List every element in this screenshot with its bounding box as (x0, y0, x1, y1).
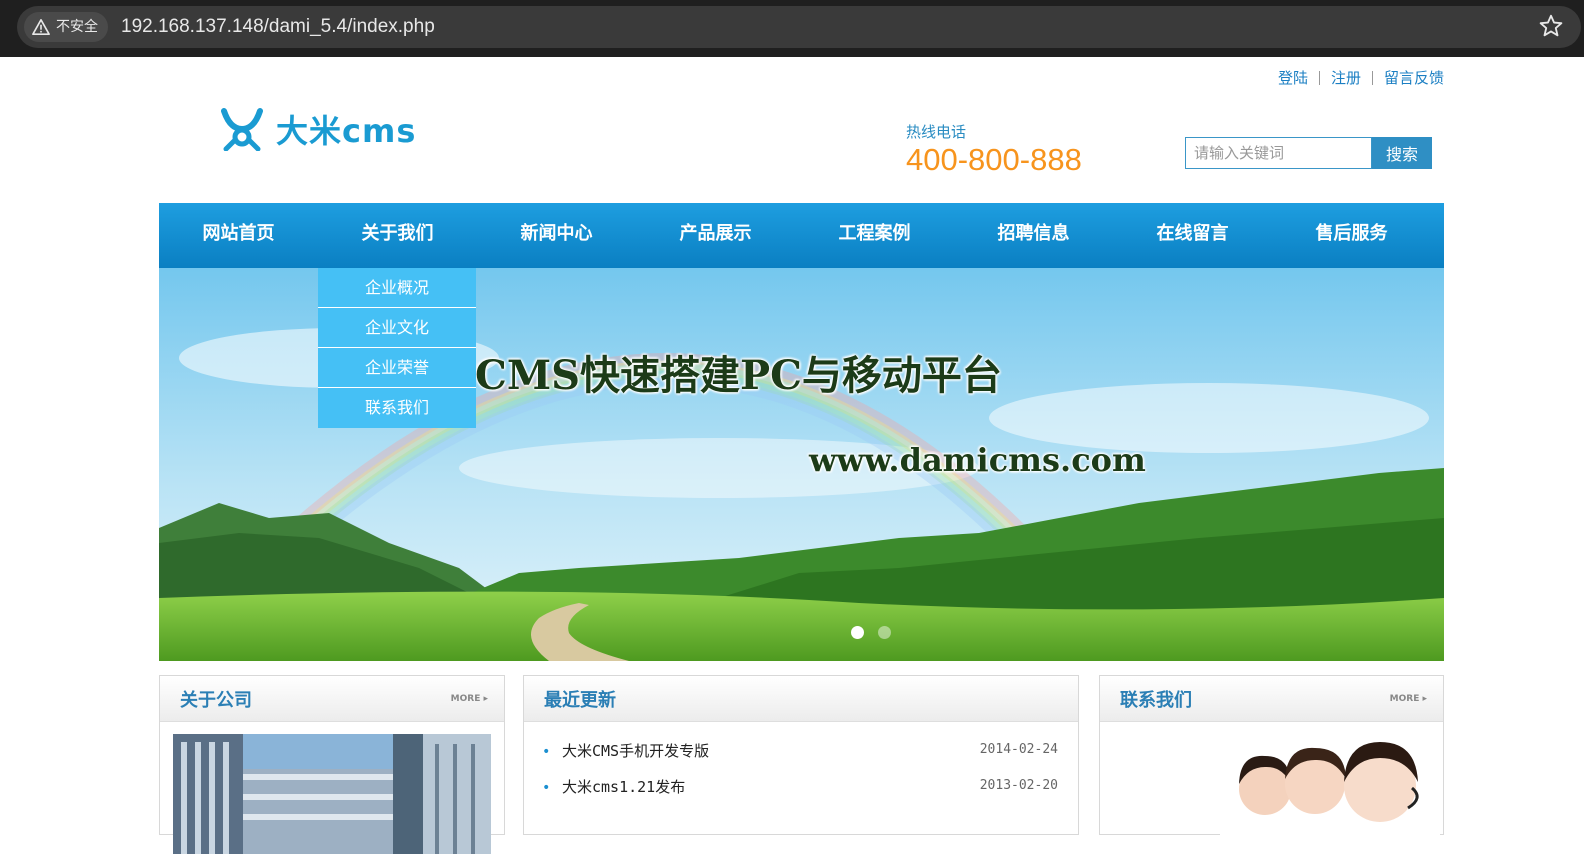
warning-icon (32, 18, 50, 36)
panel-title: 联系我们 (1120, 690, 1192, 711)
hero-url: www.damicms.com (809, 441, 1146, 479)
dropdown-item-overview[interactable]: 企业概况 (318, 268, 476, 308)
register-link[interactable]: 注册 (1331, 67, 1361, 88)
security-label: 不安全 (56, 19, 98, 35)
panel-title: 最近更新 (544, 690, 616, 711)
nav-item-products[interactable]: 产品展示 (636, 203, 795, 268)
bullet-icon: • (542, 780, 551, 796)
search-input[interactable] (1185, 137, 1372, 169)
hotline-label: 热线电话 (906, 123, 967, 141)
site-logo[interactable]: 大米cms (220, 106, 416, 152)
about-dropdown-menu: 企业概况 企业文化 企业荣誉 联系我们 (318, 268, 476, 428)
news-date: 2014-02-24 (979, 742, 1058, 757)
dropdown-item-honors[interactable]: 企业荣誉 (318, 348, 476, 388)
panel-header: 联系我们 MORE ▸ (1100, 676, 1443, 722)
top-links: 登陆 注册 留言反馈 (1278, 67, 1444, 88)
news-list: • 大米CMS手机开发专版 2014-02-24 • 大米cms1.21发布 2… (524, 722, 1078, 812)
news-title[interactable]: 大米cms1.21发布 (562, 776, 685, 797)
hero-title: CMS快速搭建PC与移动平台 (475, 352, 1002, 399)
panel-header: 最近更新 (524, 676, 1078, 722)
divider (1371, 70, 1373, 85)
nav-item-news[interactable]: 新闻中心 (477, 203, 636, 268)
company-building-image (173, 734, 491, 854)
security-indicator[interactable]: 不安全 (24, 12, 108, 42)
bullet-icon: • (542, 744, 551, 760)
news-date: 2013-02-20 (979, 778, 1058, 793)
dropdown-item-contact[interactable]: 联系我们 (318, 388, 476, 428)
news-title[interactable]: 大米CMS手机开发专版 (562, 740, 709, 761)
search-button[interactable]: 搜索 (1372, 137, 1432, 169)
feedback-link[interactable]: 留言反馈 (1384, 67, 1444, 88)
nav-item-service[interactable]: 售后服务 (1272, 203, 1431, 268)
dami-logo-icon (221, 108, 263, 151)
slider-dot-2[interactable] (878, 626, 891, 639)
logo-text: 大米cms (276, 112, 417, 150)
contact-us-panel: 联系我们 MORE ▸ (1099, 675, 1444, 844)
about-company-panel: 关于公司 MORE ▸ (159, 675, 505, 854)
divider (1318, 70, 1320, 85)
slider-dot-1[interactable] (851, 626, 864, 639)
panel-header: 关于公司 MORE ▸ (160, 676, 504, 722)
bookmark-star-icon[interactable] (1538, 13, 1564, 39)
main-nav: 网站首页 关于我们 新闻中心 产品展示 工程案例 招聘信息 在线留言 售后服务 (159, 203, 1444, 268)
login-link[interactable]: 登陆 (1278, 67, 1308, 88)
dropdown-item-culture[interactable]: 企业文化 (318, 308, 476, 348)
nav-item-cases[interactable]: 工程案例 (795, 203, 954, 268)
more-link[interactable]: MORE ▸ (451, 694, 488, 704)
slider-dots (851, 626, 891, 639)
url-text[interactable]: 192.168.137.148/dami_5.4/index.php (121, 15, 435, 39)
nav-item-message[interactable]: 在线留言 (1113, 203, 1272, 268)
nav-item-jobs[interactable]: 招聘信息 (954, 203, 1113, 268)
nav-item-about[interactable]: 关于我们 (318, 203, 477, 268)
nav-item-home[interactable]: 网站首页 (159, 203, 318, 268)
customer-service-image (1220, 734, 1440, 844)
news-item[interactable]: • 大米cms1.21发布 2013-02-20 (542, 776, 1058, 812)
panel-title: 关于公司 (180, 690, 252, 711)
more-link[interactable]: MORE ▸ (1390, 694, 1427, 704)
browser-toolbar: 不安全 192.168.137.148/dami_5.4/index.php (0, 0, 1584, 57)
recent-updates-panel: 最近更新 • 大米CMS手机开发专版 2014-02-24 • 大米cms1.2… (523, 675, 1079, 835)
hotline-number: 400-800-888 (906, 142, 1082, 177)
news-item[interactable]: • 大米CMS手机开发专版 2014-02-24 (542, 740, 1058, 776)
